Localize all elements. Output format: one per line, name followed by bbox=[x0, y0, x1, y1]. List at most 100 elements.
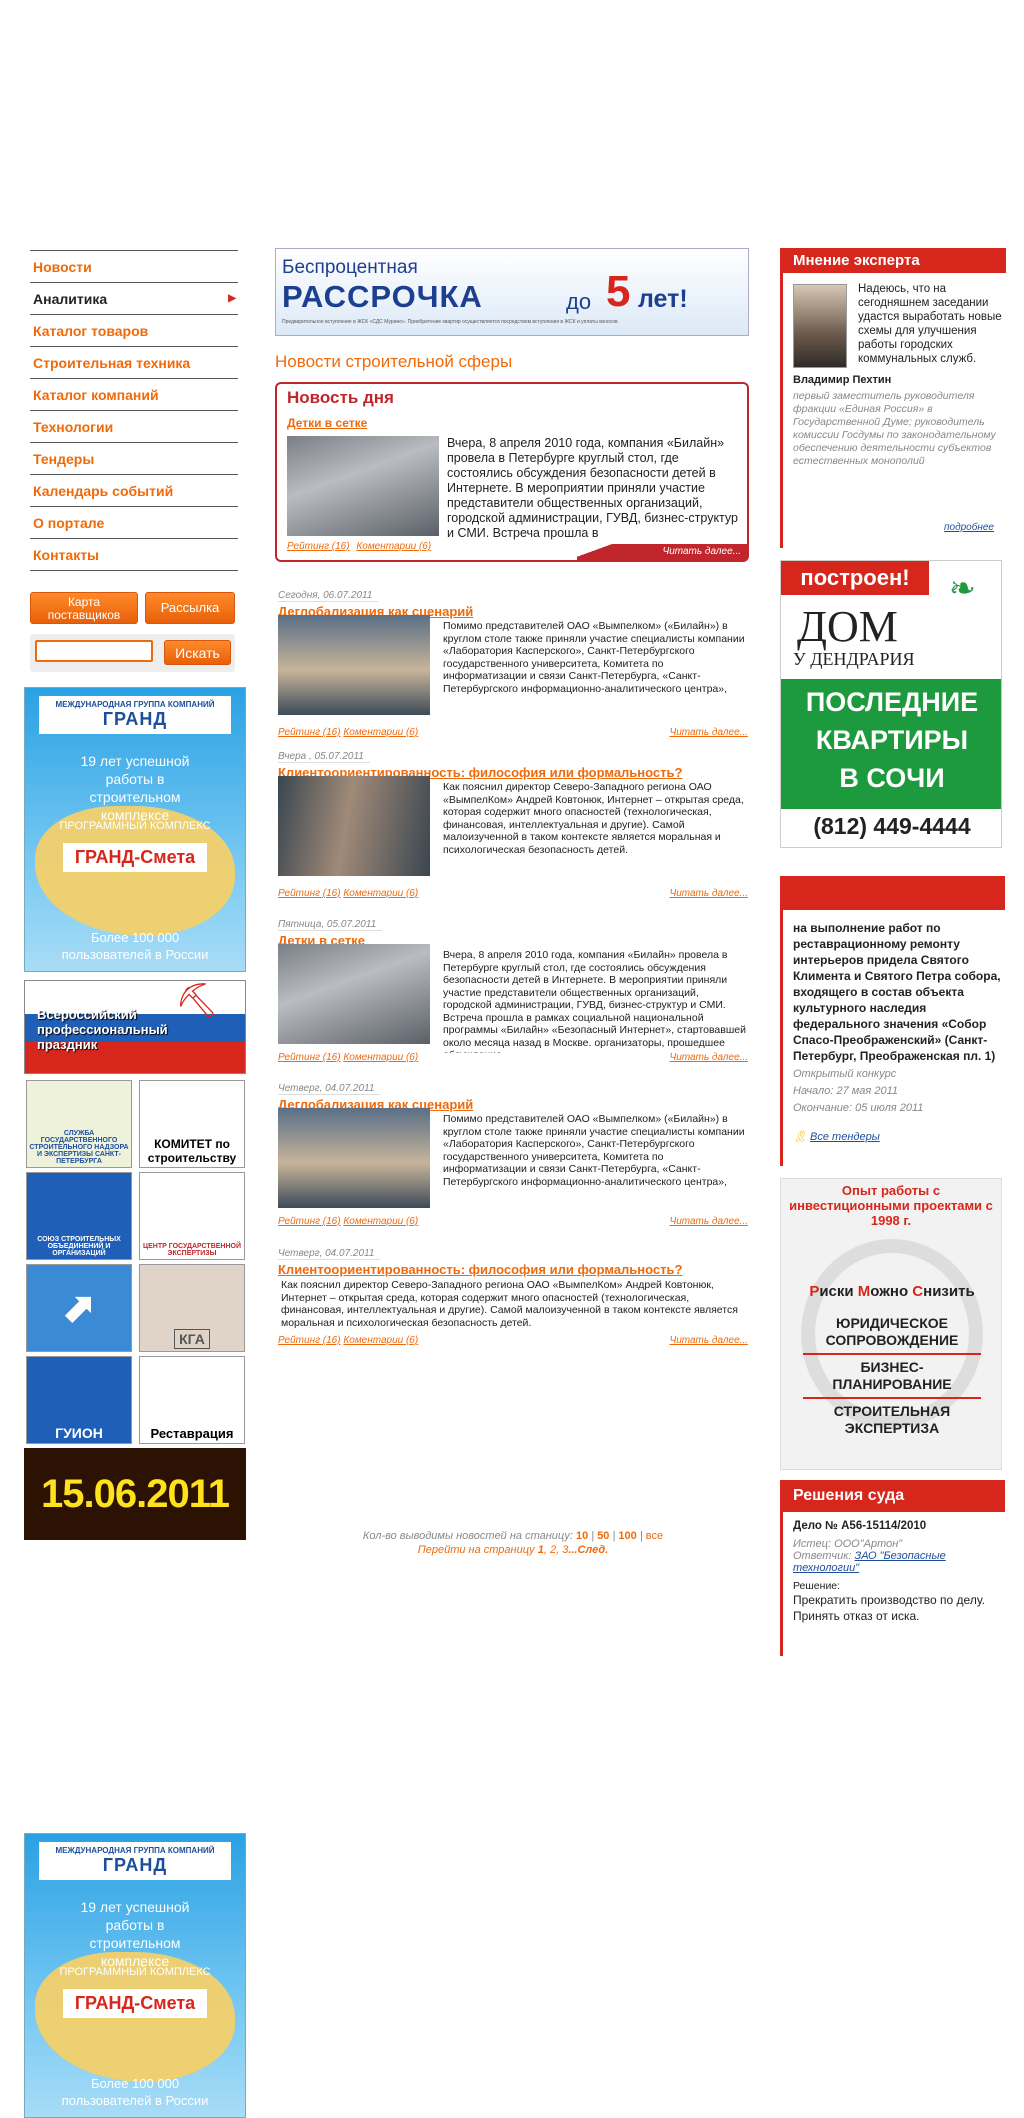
holiday-text: Всероссийский профессиональный праздник bbox=[37, 1007, 168, 1052]
next-page-link[interactable]: ...След. bbox=[568, 1544, 608, 1556]
date-banner[interactable]: 15.06.2011 bbox=[24, 1448, 246, 1540]
nav-item-events-calendar[interactable]: Календарь событий bbox=[30, 475, 238, 507]
rating-link[interactable]: Рейтинг (16) bbox=[278, 1052, 341, 1063]
nav-item-contacts[interactable]: Контакты bbox=[30, 539, 238, 571]
nav-item-analytics[interactable]: Аналитика ▶ bbox=[30, 283, 238, 315]
grand-logo: МЕЖДУНАРОДНАЯ ГРУППА КОМПАНИЙ ГРАНД bbox=[39, 696, 231, 734]
grand-prog-text: ПРОГРАММНЫЙ КОМПЛЕКС bbox=[59, 820, 211, 832]
dom-name2: У ДЕНДРАРИЯ bbox=[793, 649, 915, 669]
read-more-link[interactable]: Читать далее... bbox=[669, 1216, 748, 1227]
comments-link[interactable]: Коментарии (6) bbox=[343, 1216, 418, 1227]
pager-100[interactable]: 100 bbox=[618, 1530, 636, 1542]
logo-center-expertise[interactable]: ЦЕНТР ГОСУДАРСТВЕННОЙ ЭКСПЕРТИЗЫ bbox=[139, 1172, 245, 1260]
news-item: Пятница, 05.07.2011 Детки в сетке Вчера,… bbox=[278, 914, 748, 1069]
rating-link[interactable]: Рейтинг (16) bbox=[278, 727, 341, 738]
logo-label: СОЮЗ СТРОИТЕЛЬНЫХ ОБЪЕДИНЕНИЙ И ОРГАНИЗА… bbox=[37, 1236, 121, 1257]
left-column: Новости Аналитика ▶ Каталог товаров Строи… bbox=[30, 250, 238, 571]
pager-goto-label: Перейти на страницу bbox=[417, 1544, 535, 1556]
logo-kga[interactable]: КГА bbox=[139, 1264, 245, 1352]
newsletter-button[interactable]: Рассылка bbox=[145, 592, 235, 624]
promo-line3: до bbox=[566, 289, 592, 314]
dom-green-block: ПОСЛЕДНИЕ КВАРТИРЫ В СОЧИ bbox=[781, 679, 1001, 809]
nav-item-construction-equipment[interactable]: Строительная техника bbox=[30, 347, 238, 379]
search-input[interactable] bbox=[35, 640, 153, 662]
nav-item-catalog-goods[interactable]: Каталог товаров bbox=[30, 315, 238, 347]
news-of-day-link[interactable]: Детки в сетке bbox=[287, 416, 367, 430]
news-text: Как пояснил директор Северо-Западного ре… bbox=[281, 1279, 738, 1329]
news-of-day-title: Новость дня bbox=[287, 388, 394, 407]
news-text: Помимо представителей ОАО «Вымпелком» («… bbox=[443, 620, 745, 695]
page-1-link[interactable]: 1 bbox=[538, 1544, 544, 1556]
rms-m: М bbox=[857, 1283, 871, 1300]
nav-label: Технологии bbox=[33, 418, 114, 435]
logo-guion[interactable]: ГУИОН bbox=[26, 1356, 132, 1444]
nav-item-news[interactable]: Новости bbox=[30, 251, 238, 283]
news-of-day-read-more[interactable]: Читать далее... bbox=[577, 544, 747, 560]
section-title: Новости строительной сферы bbox=[275, 352, 513, 371]
news-of-day-meta: Рейтинг (16) Коментарии (6) bbox=[287, 541, 431, 552]
rms-r-rest: иски bbox=[819, 1283, 858, 1300]
award-icon: 🎗 bbox=[793, 1131, 807, 1143]
comments-link[interactable]: Коментарии (6) bbox=[343, 888, 418, 899]
expert-quote: Надеюсь, что на сегодняшнем заседании уд… bbox=[858, 283, 1002, 365]
search-button[interactable]: Искать bbox=[164, 640, 231, 665]
read-more-link[interactable]: Читать далее... bbox=[669, 888, 748, 899]
holiday-banner[interactable]: Всероссийский профессиональный праздник … bbox=[24, 980, 246, 1074]
logo-soyuz[interactable]: СОЮЗ СТРОИТЕЛЬНЫХ ОБЪЕДИНЕНИЙ И ОРГАНИЗА… bbox=[26, 1172, 132, 1260]
pager-all[interactable]: все bbox=[646, 1530, 663, 1542]
read-more-link[interactable]: Читать далее... bbox=[669, 727, 748, 738]
pager-10[interactable]: 10 bbox=[576, 1530, 588, 1542]
rms-banner[interactable]: Опыт работы с инвестиционными проектами … bbox=[780, 1178, 1002, 1470]
rating-link[interactable]: Рейтинг (16) bbox=[278, 888, 341, 899]
nav-label: Каталог компаний bbox=[33, 386, 159, 403]
arrow-logo-icon: ⬈ bbox=[62, 1286, 96, 1330]
rating-link[interactable]: Рейтинг (16) bbox=[287, 541, 350, 552]
expert-more-link[interactable]: подробнее bbox=[944, 522, 994, 533]
rating-link[interactable]: Рейтинг (16) bbox=[278, 1335, 341, 1346]
nav-item-catalog-companies[interactable]: Каталог компаний bbox=[30, 379, 238, 411]
grand-brand: ГРАНД bbox=[102, 1855, 168, 1875]
logo-blue-arrow[interactable]: ⬈ bbox=[26, 1264, 132, 1352]
rms-head: Опыт работы с инвестиционными проектами … bbox=[789, 1183, 993, 1228]
grand-brand-small: МЕЖДУНАРОДНАЯ ГРУППА КОМПАНИЙ bbox=[55, 1846, 215, 1855]
logo-label: ГУИОН bbox=[55, 1425, 103, 1441]
page-2-link[interactable]: 2 bbox=[550, 1544, 556, 1556]
plaintiff-label: Истец: bbox=[793, 1538, 831, 1550]
court-case[interactable]: Дело № А56-15114/2010 bbox=[793, 1520, 995, 1532]
all-tenders[interactable]: 🎗 Все тендеры bbox=[793, 1130, 880, 1143]
expert-title: Мнение эксперта bbox=[783, 248, 1006, 273]
news-of-day-text: Вчера, 8 апреля 2010 года, компания «Бил… bbox=[447, 436, 738, 540]
rms-s: С bbox=[912, 1283, 924, 1300]
comments-link[interactable]: Коментарии (6) bbox=[343, 727, 418, 738]
nav-item-tenders[interactable]: Тендеры bbox=[30, 443, 238, 475]
nav-item-about[interactable]: О портале bbox=[30, 507, 238, 539]
traffic-jam-image bbox=[287, 436, 439, 536]
plaintiff: ООО"Артон" bbox=[834, 1538, 903, 1550]
news-date: Сегодня, 06.07.2011 bbox=[278, 590, 379, 602]
logo-label: КГА bbox=[174, 1329, 210, 1349]
comments-link[interactable]: Коментарии (6) bbox=[356, 541, 431, 552]
comments-link[interactable]: Коментарии (6) bbox=[343, 1052, 418, 1063]
dom-line2: КВАРТИРЫ bbox=[815, 725, 969, 755]
logo-komitet[interactable]: КОМИТЕТ по строительству bbox=[139, 1080, 245, 1168]
tender-title[interactable]: на выполнение работ по реставрационному … bbox=[793, 920, 1001, 1064]
logo-gosstroynadzor[interactable]: СЛУЖБА ГОСУДАРСТВЕННОГО СТРОИТЕЛЬНОГО НА… bbox=[26, 1080, 132, 1168]
grand-smeta-banner-2[interactable]: МЕЖДУНАРОДНАЯ ГРУППА КОМПАНИЙ ГРАНД 19 ле… bbox=[24, 1833, 246, 2118]
news-title-link[interactable]: Клиентоориентированность: философия или … bbox=[278, 1262, 748, 1277]
nav-item-technologies[interactable]: Технологии bbox=[30, 411, 238, 443]
read-more-link[interactable]: Читать далее... bbox=[669, 1335, 748, 1346]
nav-label: Тендеры bbox=[33, 450, 95, 467]
logo-restoration[interactable]: Реставрация bbox=[139, 1356, 245, 1444]
rms-slogan: Риски Можно Снизить bbox=[781, 1283, 1001, 1300]
installment-promo-banner[interactable]: Беспроцентная РАССРОЧКА до 5 лет! Предва… bbox=[275, 248, 749, 336]
dom-dendrariya-banner[interactable]: построен! ❧ ДОМ У ДЕНДРАРИЯ ПОСЛЕДНИЕ КВ… bbox=[780, 560, 1002, 848]
all-tenders-link[interactable]: Все тендеры bbox=[810, 1131, 880, 1143]
rating-link[interactable]: Рейтинг (16) bbox=[278, 1216, 341, 1227]
suppliers-map-button[interactable]: Карта поставщиков bbox=[30, 592, 138, 624]
dom-built-label: построен! bbox=[781, 561, 929, 595]
comments-link[interactable]: Коментарии (6) bbox=[343, 1335, 418, 1346]
tender-end: Окончание: 05 июля 2011 bbox=[793, 1102, 924, 1114]
grand-smeta-banner[interactable]: МЕЖДУНАРОДНАЯ ГРУППА КОМПАНИЙ ГРАНД 19 ле… bbox=[24, 687, 246, 972]
pager-50[interactable]: 50 bbox=[597, 1530, 609, 1542]
read-more-link[interactable]: Читать далее... bbox=[669, 1052, 748, 1063]
